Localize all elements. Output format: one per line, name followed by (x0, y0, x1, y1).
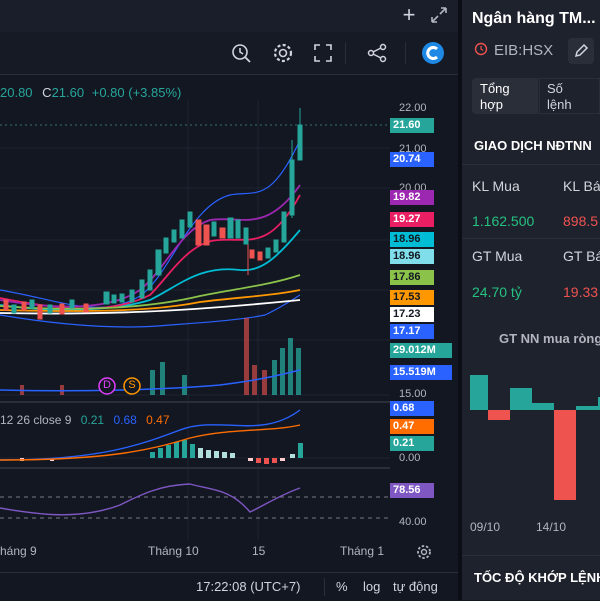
fullscreen-icon[interactable] (310, 40, 336, 66)
macd-params: 12 26 close 9 (0, 413, 72, 427)
plus-icon[interactable]: + (398, 4, 420, 26)
kl-ban-value: 898.5 (563, 213, 599, 229)
axis-label-0: 0.00 (399, 452, 421, 464)
price-tag-volume-ma: 15.519M (390, 365, 452, 380)
section-divider (462, 164, 600, 165)
ohlc-legend: 20.80 C21.60 +0.80 (+3.85%) (0, 85, 181, 100)
price-tag-ma-green: 17.86 (390, 270, 434, 285)
axis-label-15: 15.00 (399, 388, 427, 400)
foreign-trading-title: GIAO DỊCH NĐTNN (474, 138, 592, 153)
net-buy-bar (576, 406, 598, 410)
tab-tong-hop[interactable]: Tổng hợp (472, 78, 538, 114)
row-divider (462, 238, 600, 239)
net-buy-bar (470, 375, 488, 410)
price-tag-ma-orange: 17.53 (390, 290, 434, 305)
tab-so-lenh-line1: Số (547, 81, 563, 96)
clock-text[interactable]: 17:22:08 (UTC+7) (196, 579, 300, 594)
macd-histogram (20, 440, 303, 464)
x-label-15: 15 (252, 544, 266, 558)
expand-icon[interactable] (428, 4, 450, 26)
gear-icon[interactable] (270, 40, 296, 66)
kl-ban-label: KL Bán (563, 178, 600, 194)
kl-mua-label: KL Mua (472, 178, 520, 194)
close-label: C (42, 85, 52, 100)
section-divider-2 (462, 555, 600, 556)
candles (3, 108, 303, 320)
net-buy-bar (510, 388, 532, 410)
gt-mua-label: GT Mua (472, 248, 523, 264)
price-tag-ma-purple: 19.82 (390, 190, 434, 205)
split-marker-label: S (128, 379, 136, 391)
net-buy-x-label-2: 14/10 (536, 520, 567, 534)
price-tag-ma-white: 17.23 (390, 307, 434, 322)
price-tag-close: 21.60 (390, 118, 434, 133)
change-value: +0.80 (+3.85%) (91, 85, 182, 100)
net-buy-x-label-1: 09/10 (470, 520, 501, 534)
price-tag-macd: 0.68 (390, 401, 434, 416)
tab-tong-hop-line1: Tổng (480, 81, 510, 96)
kl-mua-value: 1.162.500 (472, 213, 535, 229)
price-tag-signal: 0.47 (390, 419, 434, 434)
price-chart[interactable] (0, 100, 390, 540)
net-buy-chart-title: GT NN mua ròng (499, 331, 600, 346)
price-tag-ma-lightcyan: 18.96 (390, 249, 434, 264)
x-label-thang-10: Tháng 10 (148, 544, 199, 558)
pencil-icon (574, 43, 589, 58)
x-label-thang-11: Tháng 1 (340, 544, 385, 558)
rsi-line (0, 483, 301, 516)
axis-label-22: 22.00 (399, 102, 427, 114)
stock-title: Ngân hàng TM... (472, 10, 596, 27)
toolbar-separator (405, 42, 406, 64)
dividend-marker-label: D (103, 379, 111, 391)
toolbar-separator (345, 42, 346, 64)
axis-settings-gear-icon[interactable] (414, 542, 434, 562)
macd-value-1: 0.21 (80, 413, 105, 427)
window-top-bar (0, 0, 458, 32)
percent-toggle[interactable]: % (336, 579, 348, 594)
price-tag-histogram: 0.21 (390, 436, 434, 451)
ohlc-fragment: 20.80 (0, 85, 33, 100)
close-value: 21.60 (51, 85, 85, 100)
net-buy-bar (554, 410, 576, 500)
gt-ban-value: 19.33 (563, 284, 599, 300)
macd-value-3: 0.47 (146, 413, 170, 427)
price-tag-bb-upper: 20.74 (390, 152, 434, 167)
ma-pink (0, 194, 301, 310)
gt-mua-value: 24.70 tỷ (472, 284, 522, 300)
log-toggle[interactable]: log (363, 579, 380, 594)
auto-toggle[interactable]: tự động (393, 579, 438, 594)
price-tag-ma-pink: 19.27 (390, 212, 434, 227)
tab-so-lenh[interactable]: Số lệnh (539, 78, 600, 114)
ticker-symbol[interactable]: EIB:HSX (494, 42, 553, 59)
price-tag-ma-cyan: 18.96 (390, 232, 434, 247)
net-buy-chart[interactable] (470, 370, 600, 510)
bottom-separator (324, 578, 325, 596)
tab-so-lenh-line2: lệnh (547, 97, 572, 112)
sidebar-panel: Ngân hàng TM... EIB:HSX Tổng hợp Số lệnh… (462, 0, 600, 600)
share-icon[interactable] (364, 40, 390, 66)
price-tag-rsi: 78.56 (390, 483, 434, 498)
alert-icon[interactable] (228, 40, 254, 66)
app-logo-icon[interactable] (420, 40, 446, 66)
axis-label-40: 40.00 (399, 516, 427, 528)
tab-tong-hop-line2: hợp (480, 97, 503, 112)
net-buy-bar (532, 403, 554, 410)
macd-value-2: 0.68 (113, 413, 137, 427)
match-speed-title: TỐC ĐỘ KHỚP LỆNH (474, 570, 600, 585)
price-tag-volume: 29.012M (390, 343, 452, 358)
gt-ban-label: GT Bán (563, 248, 600, 264)
x-label-thang-9: háng 9 (0, 544, 37, 558)
price-tag-bb-lower: 17.17 (390, 324, 434, 339)
clock-icon (474, 42, 488, 56)
net-buy-bar (488, 410, 510, 420)
volume-bars (20, 318, 301, 395)
edit-button[interactable] (568, 38, 594, 64)
macd-legend: 12 26 close 9 0.21 0.68 0.47 (0, 413, 170, 427)
